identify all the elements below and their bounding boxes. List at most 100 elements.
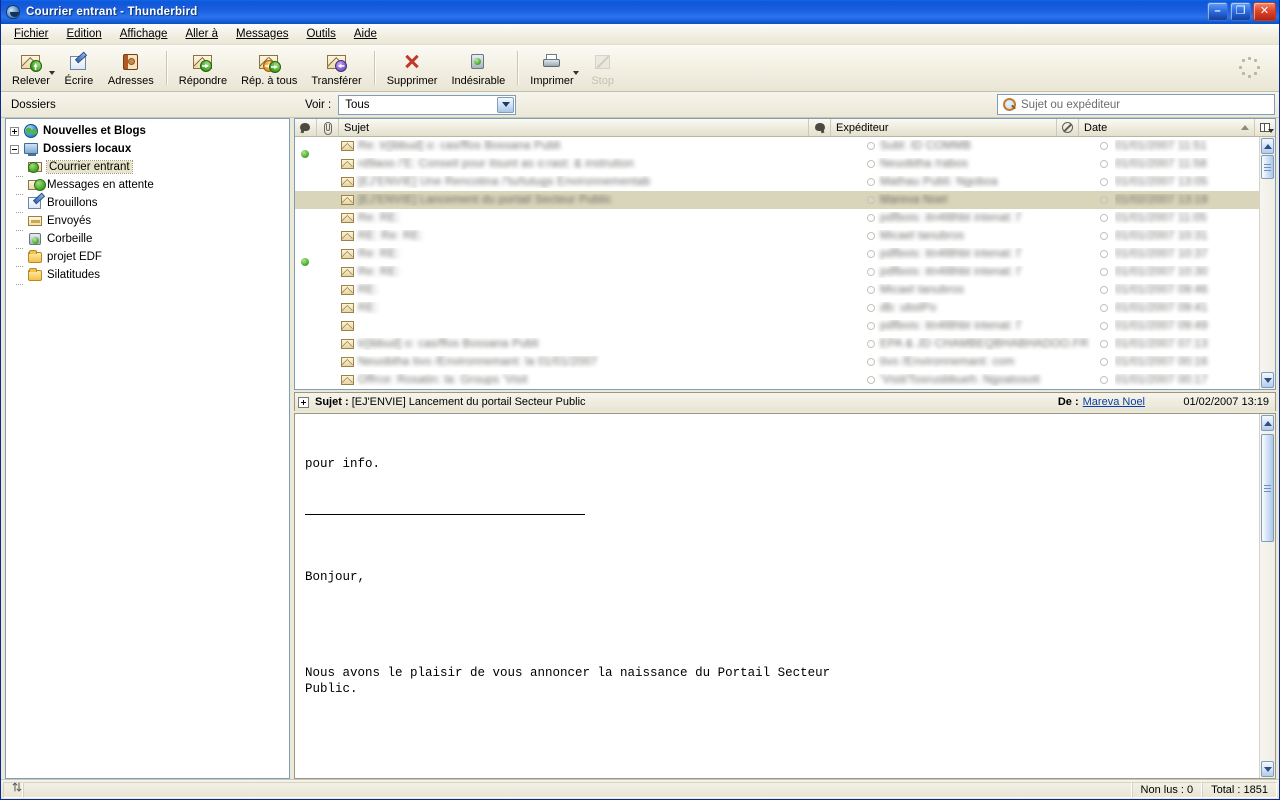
row-sender: Neuobtha /rabos	[867, 158, 1093, 170]
row-date-text: 01/02/2007 13:19	[1115, 194, 1208, 206]
scrollbar-thumb[interactable]	[1261, 155, 1274, 179]
scroll-down-button[interactable]	[1261, 761, 1274, 777]
expand-headers-icon[interactable]	[298, 396, 309, 408]
message-icon	[341, 249, 354, 259]
menu-outils[interactable]: Outils	[297, 26, 344, 42]
menu-aide[interactable]: Aide	[345, 26, 386, 42]
message-body-text: pour info. Bonjour, Nous avons le plaisi…	[295, 414, 1275, 778]
toolbar-button-relever[interactable]: Relever	[5, 47, 57, 90]
toolbar-button-transferer[interactable]: Transférer	[304, 47, 368, 90]
scrollbar-track[interactable]	[1260, 432, 1275, 760]
row-sender: Micael tanubros	[867, 284, 1093, 296]
expand-twisty-icon[interactable]	[10, 126, 19, 136]
table-row[interactable]: Re: RE: pdfbois: itn4l8hbt intenat: l' 0…	[295, 263, 1275, 281]
row-subject-text: [EJ'ENVIE] Une Rencotina /'tu/tutugs Env…	[358, 176, 651, 188]
row-date: 01/01/2007 09:41	[1115, 302, 1275, 314]
scrollbar-track[interactable]	[1260, 155, 1275, 371]
column-header-thread[interactable]	[295, 119, 317, 136]
sidebar-item-silatitudes[interactable]: Silatitudes	[8, 266, 289, 285]
column-header-date[interactable]: Date	[1079, 119, 1255, 136]
table-row[interactable]: [EJ'ENVIE] Une Rencotina /'tu/tutugs Env…	[295, 173, 1275, 191]
column-picker-icon[interactable]	[1255, 119, 1275, 136]
message-from-link[interactable]: Mareva Noel	[1083, 396, 1145, 408]
toolbar-button-indesirable[interactable]: Indésirable	[444, 47, 512, 90]
menu-messages[interactable]: Messages	[227, 26, 297, 42]
scroll-up-button[interactable]	[1261, 415, 1274, 431]
toolbar-label-transferer: Transférer	[311, 74, 362, 87]
menu-fichier[interactable]: Fichier	[5, 26, 58, 42]
scrollbar-thumb[interactable]	[1261, 434, 1274, 542]
row-date-text: 01/01/2007 09:49	[1115, 320, 1208, 332]
row-subject-text: [EJ'ENVIE] Lancement du portail Secteur …	[358, 194, 612, 206]
online-status-icon[interactable]	[3, 781, 23, 798]
close-button[interactable]: ✕	[1253, 2, 1276, 21]
toolbar-label-adresses: Adresses	[107, 74, 154, 87]
body-divider	[305, 514, 585, 515]
toolbar-button-repondre-a-tous[interactable]: Rép. à tous	[234, 47, 304, 90]
sidebar-item-envoyes[interactable]: Envoyés	[8, 212, 289, 231]
globe-icon	[23, 124, 39, 138]
throbber-icon	[1239, 57, 1261, 79]
sidebar-item-messages-en-attente[interactable]: Messages en attente	[8, 176, 289, 195]
toolbar-button-ecrire[interactable]: Écrire	[57, 47, 101, 90]
sidebar-label-messages-en-attente: Messages en attente	[47, 179, 154, 191]
table-row[interactable]: RE: db: ubslPo 01/01/2007 09:41	[295, 299, 1275, 317]
table-row[interactable]: Neuobtha tivo /Environnemant: la 01/01/2…	[295, 353, 1275, 371]
table-row[interactable]: pdfbois: itn4l8hbt intenat: l' 01/01/200…	[295, 317, 1275, 335]
toolbar-button-imprimer[interactable]: Imprimer	[523, 47, 580, 90]
minimize-button[interactable]: –	[1207, 2, 1228, 21]
sidebar-item-corbeille[interactable]: Corbeille	[8, 230, 289, 249]
scroll-down-button[interactable]	[1261, 372, 1274, 388]
menu-edition[interactable]: Edition	[58, 26, 111, 42]
search-input[interactable]: Sujet ou expéditeur	[997, 94, 1275, 115]
column-header-junk[interactable]	[1057, 119, 1079, 136]
table-row-selected[interactable]: [EJ'ENVIE] Lancement du portail Secteur …	[295, 191, 1275, 209]
column-header-thread-sort[interactable]	[809, 119, 831, 136]
chevron-down-icon[interactable]	[497, 96, 515, 113]
column-header-attachment[interactable]	[317, 119, 339, 136]
row-junk	[1093, 376, 1115, 384]
sidebar-item-nouvelles-et-blogs[interactable]: Nouvelles et Blogs	[8, 122, 289, 140]
row-date: 01/01/2007 09:49	[1115, 320, 1275, 332]
search-icon[interactable]	[1003, 98, 1016, 111]
scroll-up-button[interactable]	[1261, 138, 1274, 154]
toolbar-button-stop[interactable]: Stop	[581, 47, 625, 90]
column-header-sender[interactable]: Expéditeur	[831, 119, 1057, 136]
table-row[interactable]: Re: RE: pdfbois: itn4l8hbt intenat: l' 0…	[295, 209, 1275, 227]
chevron-down-icon[interactable]	[48, 70, 55, 75]
row-junk	[1093, 214, 1115, 222]
toolbar-button-supprimer[interactable]: Supprimer	[380, 47, 445, 90]
sidebar-item-brouillons[interactable]: Brouillons	[8, 194, 289, 213]
table-row[interactable]: RE: Micael tanubros 01/01/2007 09:46	[295, 281, 1275, 299]
toolbar-button-adresses[interactable]: Adresses	[101, 47, 161, 90]
toolbar-button-repondre[interactable]: Répondre	[172, 47, 234, 90]
table-row[interactable]: Re: RE: pdfbois: itn4l8hbt intenat: l' 0…	[295, 245, 1275, 266]
table-row[interactable]: RE: Re: RE: Micael tanubros 01/01/2007 1…	[295, 227, 1275, 245]
menu-affichage[interactable]: Affichage	[111, 26, 177, 42]
row-junk	[1093, 286, 1115, 294]
sidebar-item-courrier-entrant[interactable]: Courrier entrant	[8, 158, 289, 177]
message-subject-value: [EJ'ENVIE] Lancement du portail Secteur …	[351, 396, 586, 408]
menu-aller-a[interactable]: Aller à	[176, 26, 227, 42]
column-header-subject[interactable]: Sujet	[339, 119, 809, 136]
restore-button[interactable]: ❐	[1230, 2, 1251, 21]
table-row[interactable]: tr[ibbud] o: cas/ffos Bossana Publi EPA …	[295, 335, 1275, 353]
view-filter-select[interactable]: Tous	[338, 94, 517, 115]
row-sender-text: db: ubslPo	[880, 302, 937, 314]
message-body-pane: pour info. Bonjour, Nous avons le plaisi…	[294, 413, 1276, 779]
message-header-bar: Sujet : [EJ'ENVIE] Lancement du portail …	[294, 392, 1276, 411]
table-row[interactable]: rd9aoo /'É: Conseil pour itsunt as o:ras…	[295, 155, 1275, 173]
row-date-text: 01/01/2007 00:17	[1115, 374, 1208, 386]
table-row[interactable]: Offrce: Rosatin: la: Groups 'Visit 'Visi…	[295, 371, 1275, 389]
table-row[interactable]: Re: tr[ibbud] o: cas/ffos Bossana Publi …	[295, 137, 1275, 158]
row-sender-text: pdfbois: itn4l8hbt intenat: l'	[880, 266, 1022, 278]
sidebar-item-dossiers-locaux[interactable]: Dossiers locaux	[8, 140, 289, 158]
collapse-twisty-icon[interactable]	[10, 144, 19, 154]
window-title: Courrier entrant - Thunderbird	[26, 6, 198, 18]
forward-icon	[325, 51, 349, 73]
sidebar-item-projet-edf[interactable]: projet EDF	[8, 248, 289, 267]
menu-fichier-label: Fichier	[14, 28, 49, 40]
message-list-scrollbar[interactable]	[1259, 137, 1275, 389]
message-body-scrollbar[interactable]	[1259, 414, 1275, 778]
chevron-down-icon[interactable]	[572, 70, 579, 75]
